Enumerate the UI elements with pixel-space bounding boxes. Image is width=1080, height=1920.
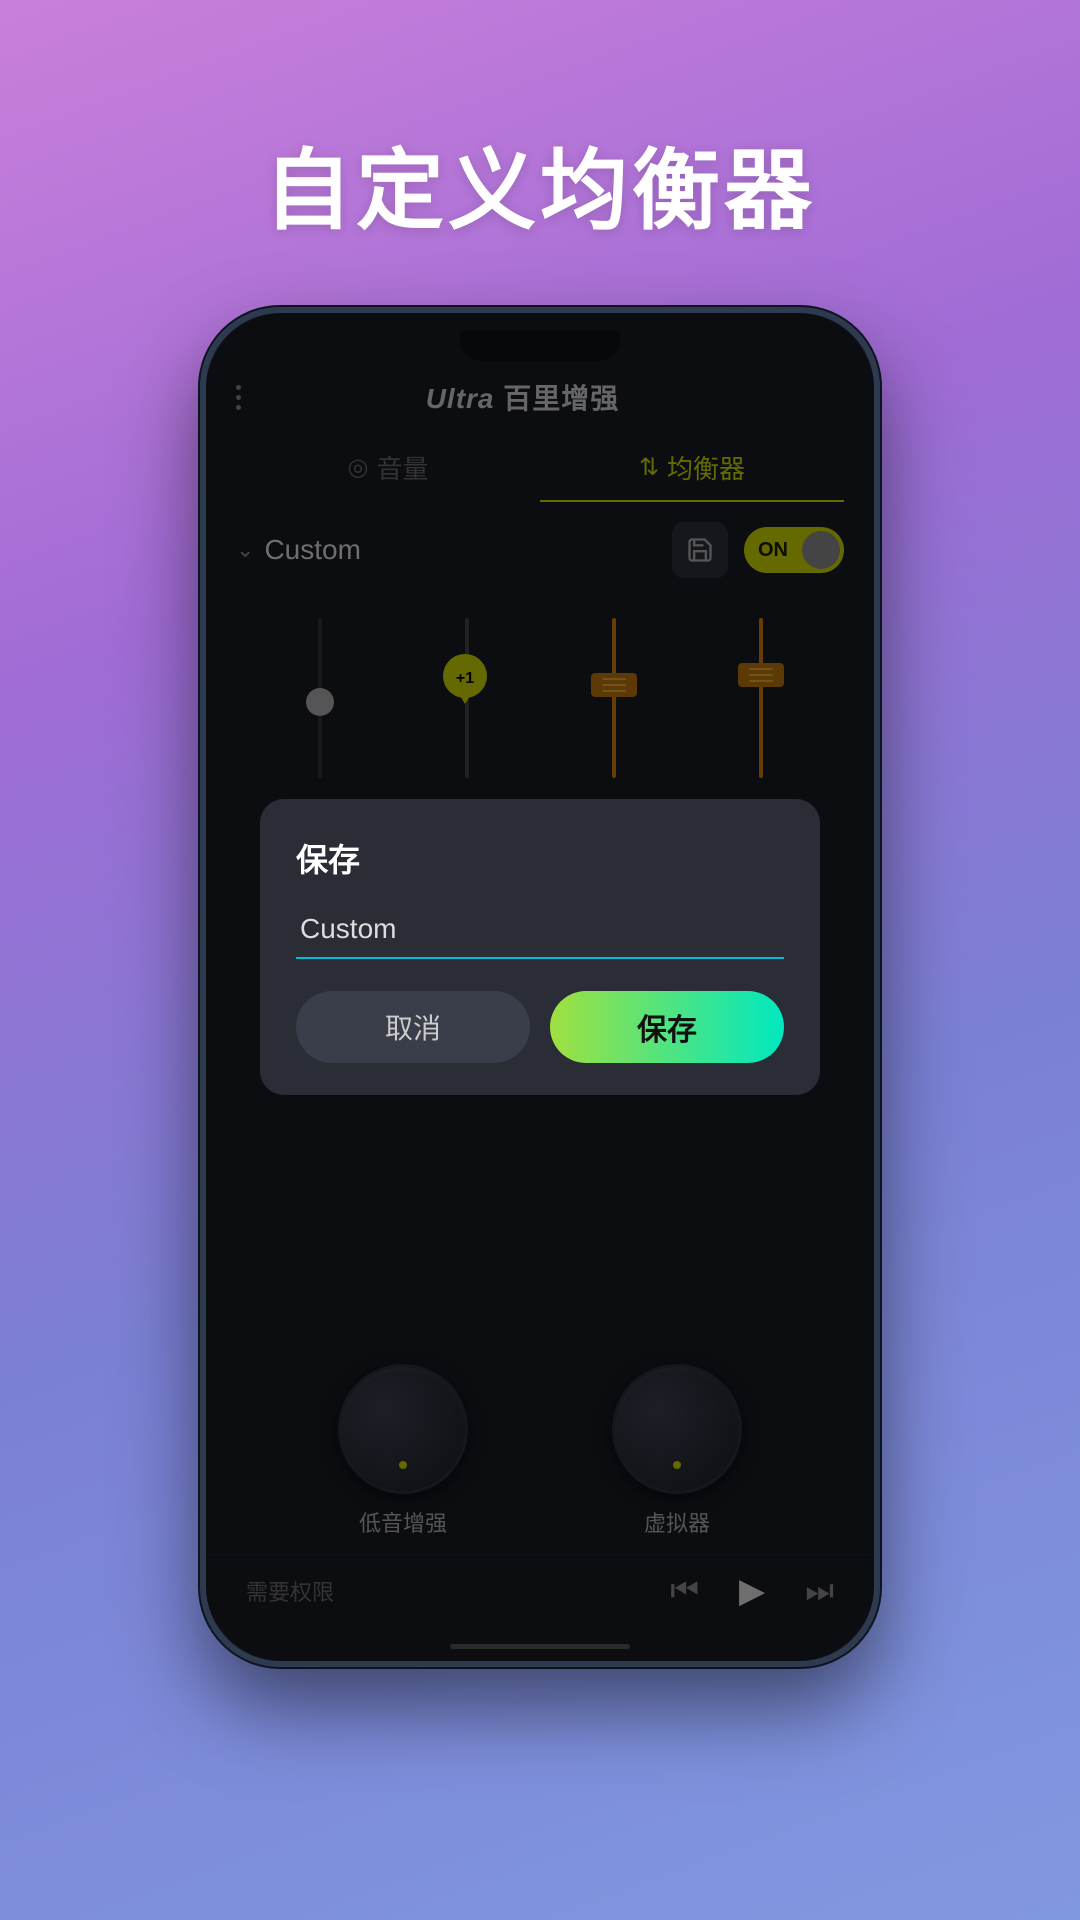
page-title: 自定义均衡器 [264, 120, 816, 247]
dialog-buttons: 取消 保存 [296, 991, 784, 1063]
cancel-button[interactable]: 取消 [296, 991, 530, 1063]
dialog-name-input[interactable] [296, 905, 784, 959]
phone-frame: Ultra 百里增强 ◎ 音量 ⇅ 均衡器 ⌄ Custom [200, 307, 880, 1667]
save-dialog: 保存 取消 保存 [260, 799, 820, 1095]
dialog-title: 保存 [296, 835, 784, 881]
dialog-overlay: 保存 取消 保存 [206, 313, 874, 1661]
save-confirm-button[interactable]: 保存 [550, 991, 784, 1063]
